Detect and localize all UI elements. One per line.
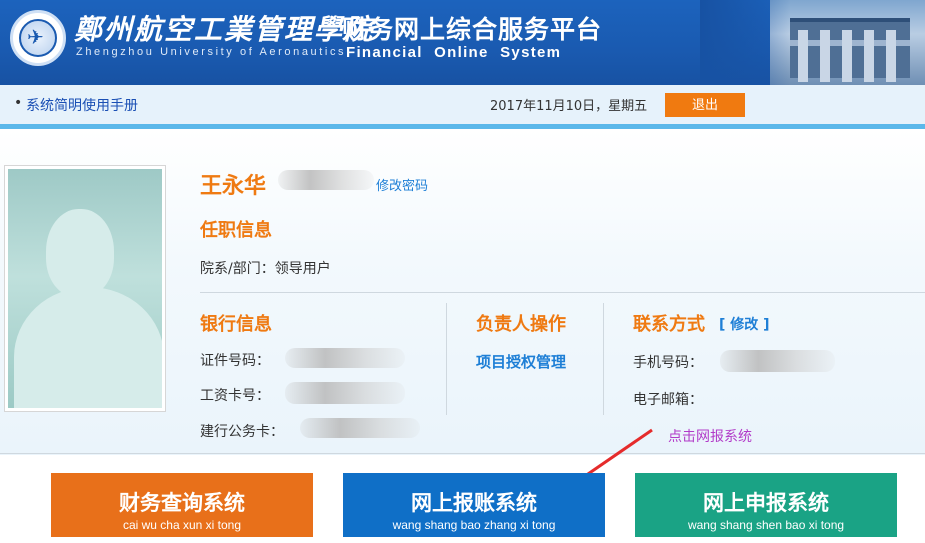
redacted-phone [720, 350, 835, 372]
department-field: 院系/部门：领导用户 [200, 261, 331, 277]
campus-building-photo [770, 0, 925, 85]
divider [446, 303, 447, 415]
online-declaration-system-button[interactable]: 网上申报系统 wang shang shen bao xi tong [635, 473, 897, 537]
manager-ops-title: 负责人操作 [476, 314, 566, 335]
user-name: 王永华 [200, 174, 267, 199]
university-name-cn: 鄭州航空工業管理學院 [74, 13, 375, 46]
contact-title: 联系方式 [633, 314, 705, 335]
button-pinyin: wang shang bao zhang xi tong [392, 518, 556, 532]
toolbar: • 系统简明使用手册 2017年11月10日，星期五 [0, 85, 925, 125]
divider [200, 292, 925, 293]
button-label: 财务查询系统 [119, 492, 245, 515]
redacted-ccb-card [300, 418, 420, 438]
bank-info-title: 银行信息 [200, 314, 272, 335]
redacted-salary-card [285, 382, 405, 404]
logout-button[interactable]: 退出 [665, 93, 745, 117]
redacted-id [278, 170, 374, 190]
platform-title-en: Financial Online System [346, 44, 562, 61]
annotation-hint: 点击网报系统 [668, 429, 752, 445]
ccb-card-label: 建行公务卡： [200, 424, 284, 440]
divider [603, 303, 604, 415]
platform-title-cn: 财务网上综合服务平台 [342, 15, 603, 44]
change-password-link[interactable]: 修改密码 [376, 175, 428, 194]
page-header: ✈ 鄭州航空工業管理學院 Zhengzhou University of Aer… [0, 0, 925, 85]
redacted-id-number [285, 348, 405, 368]
project-auth-link[interactable]: 项目授权管理 [476, 351, 566, 372]
user-photo [4, 165, 166, 412]
button-label: 网上报账系统 [411, 492, 537, 515]
id-number-label: 证件号码： [200, 353, 270, 369]
university-seal-icon: ✈ [10, 10, 66, 66]
email-label: 电子邮箱： [633, 392, 703, 408]
current-date: 2017年11月10日，星期五 [490, 99, 648, 114]
finance-query-system-button[interactable]: 财务查询系统 cai wu cha xun xi tong [51, 473, 313, 537]
job-info-title: 任职信息 [200, 220, 272, 241]
online-reimbursement-system-button[interactable]: 网上报账系统 wang shang bao zhang xi tong [343, 473, 605, 537]
contact-modify-link[interactable]: [ 修改 ] [719, 314, 770, 334]
divider [0, 453, 925, 454]
university-name-en: Zhengzhou University of Aeronautics [76, 46, 347, 58]
button-pinyin: wang shang shen bao xi tong [687, 518, 845, 532]
salary-card-label: 工资卡号： [200, 388, 270, 404]
button-label: 网上申报系统 [703, 492, 829, 515]
button-pinyin: cai wu cha xun xi tong [122, 518, 242, 532]
bullet-icon: • [14, 95, 23, 111]
user-manual-link[interactable]: 系统简明使用手册 [26, 95, 138, 115]
phone-label: 手机号码： [633, 355, 703, 371]
